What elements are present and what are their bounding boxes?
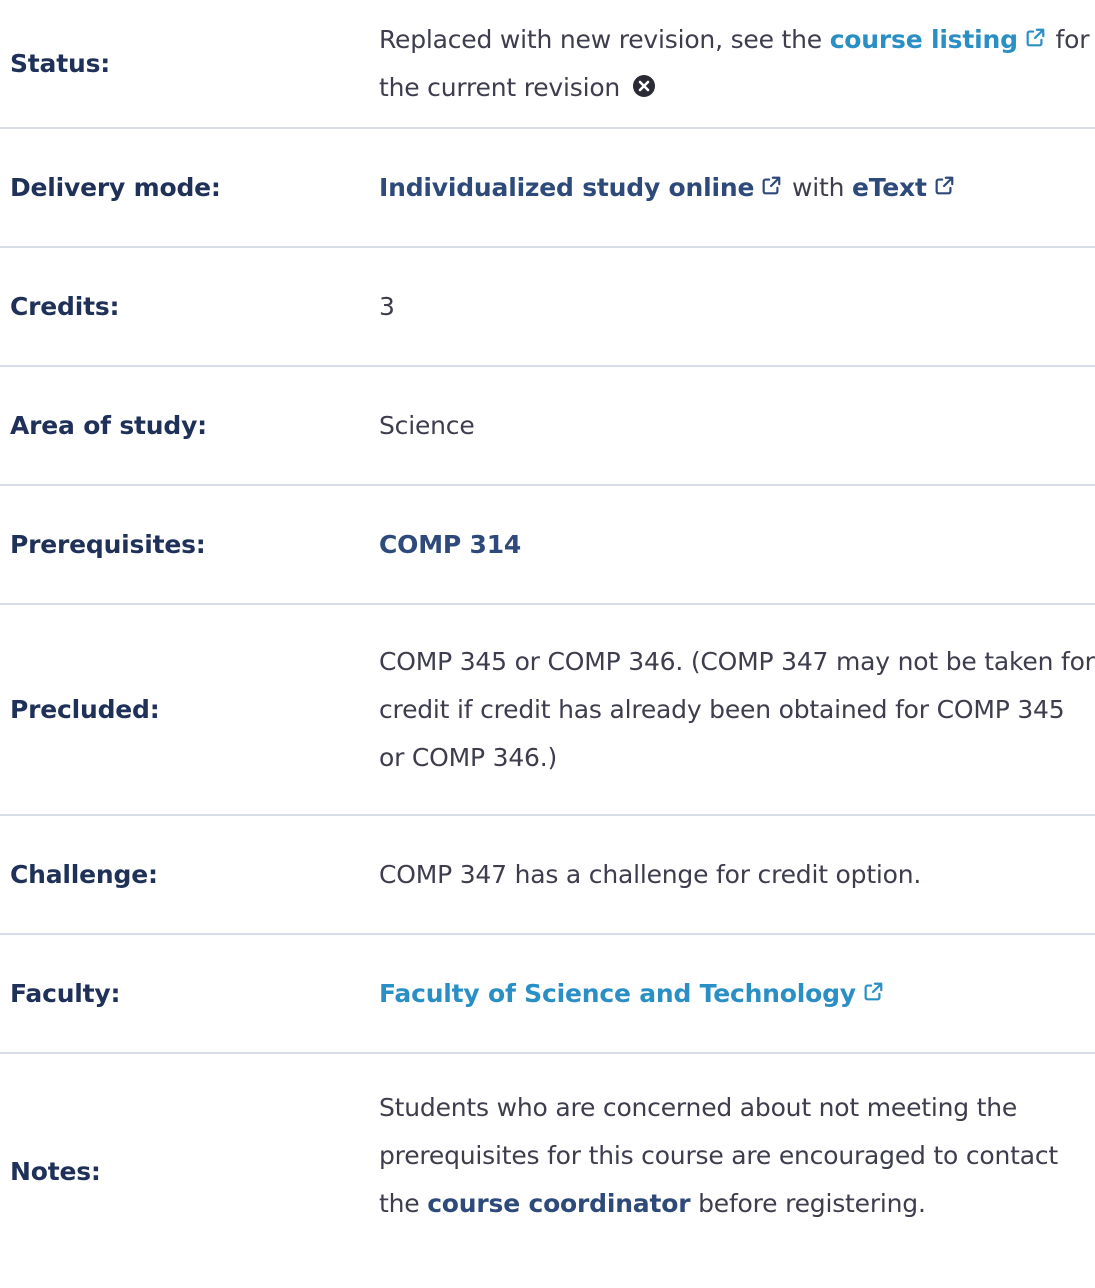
faculty-link[interactable]: Faculty of Science and Technology [379, 979, 886, 1008]
delivery-mode-label: Delivery mode: [10, 173, 221, 202]
external-link-icon [760, 175, 782, 197]
external-link-icon [1024, 27, 1046, 49]
precluded-label: Precluded: [10, 695, 160, 724]
notes-text-before: Students who are concerned about not mee… [379, 1093, 1059, 1170]
individualized-study-link-text: Individualized study online [379, 172, 755, 202]
etext-link-text: eText [851, 172, 927, 202]
row-delivery-mode: Delivery mode: Individualized study onli… [0, 128, 1095, 247]
area-of-study-value: Science [379, 410, 475, 440]
faculty-link-text: Faculty of Science and Technology [379, 978, 856, 1008]
row-precluded: Precluded: COMP 345 or COMP 346. (COMP 3… [0, 604, 1095, 815]
etext-link[interactable]: eText [852, 173, 957, 202]
row-prerequisites: Prerequisites: COMP 314 [0, 485, 1095, 604]
row-notes: Notes: Students who are concerned about … [0, 1053, 1095, 1288]
delivery-mode-value: Individualized study online with eText [379, 128, 1095, 247]
row-challenge: Challenge: COMP 347 has a challenge for … [0, 815, 1095, 934]
status-value: Replaced with new revision, see the cour… [379, 0, 1095, 128]
precluded-value: COMP 345 or COMP 346. (COMP 347 may not … [379, 646, 1095, 772]
delivery-with-text: with [784, 172, 852, 202]
challenge-label: Challenge: [10, 860, 158, 889]
faculty-label: Faculty: [10, 979, 121, 1008]
individualized-study-link[interactable]: Individualized study online [379, 173, 784, 202]
row-credits: Credits: 3 [0, 247, 1095, 366]
row-status: Status: Replaced with new revision, see … [0, 0, 1095, 128]
close-circle-icon[interactable] [632, 74, 656, 98]
challenge-value: COMP 347 has a challenge for credit opti… [379, 859, 922, 889]
external-link-icon [933, 175, 955, 197]
credits-label: Credits: [10, 292, 120, 321]
comp-314-link[interactable]: COMP 314 [379, 530, 521, 559]
course-listing-link[interactable]: course listing [830, 25, 1048, 54]
course-coordinator-link[interactable]: course coordinator [427, 1189, 690, 1218]
notes-label: Notes: [10, 1156, 101, 1186]
prerequisites-label: Prerequisites: [10, 530, 206, 559]
status-label: Status: [10, 49, 111, 78]
row-area-of-study: Area of study: Science [0, 366, 1095, 485]
notes-value: Students who are concerned about not mee… [379, 1053, 1095, 1288]
prerequisites-value: COMP 314 [379, 485, 1095, 604]
faculty-value: Faculty of Science and Technology [379, 934, 1095, 1053]
course-info-table: Status: Replaced with new revision, see … [0, 0, 1095, 1288]
notes-text-after: before registering. [690, 1189, 926, 1218]
credits-value: 3 [379, 291, 395, 321]
row-faculty: Faculty: Faculty of Science and Technolo… [0, 934, 1095, 1053]
area-of-study-label: Area of study: [10, 411, 207, 440]
course-listing-link-text: course listing [829, 24, 1018, 54]
notes-text-the: the [379, 1189, 428, 1218]
external-link-icon [862, 981, 884, 1003]
status-text-before: Replaced with new revision, see the [379, 24, 830, 54]
